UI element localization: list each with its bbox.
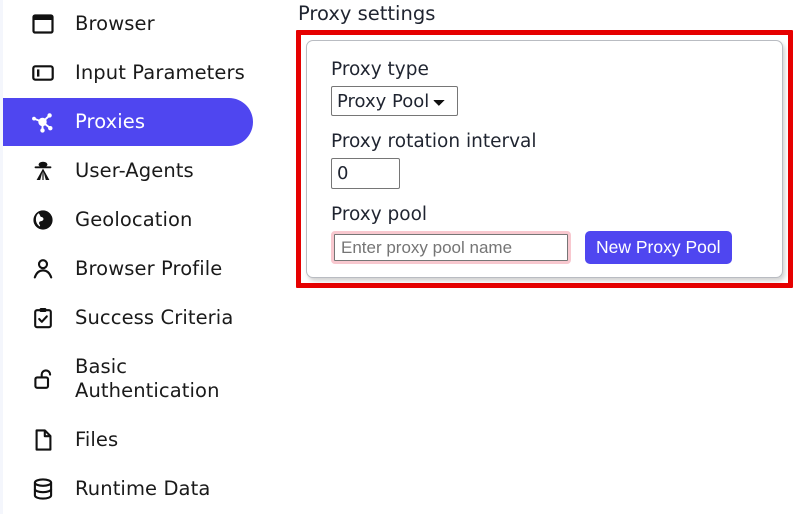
proxy-type-label: Proxy type	[331, 59, 429, 80]
sidebar-item-geolocation[interactable]: Geolocation	[3, 196, 253, 244]
new-proxy-pool-button[interactable]: New Proxy Pool	[585, 231, 732, 264]
proxy-type-field: Proxy type Proxy Pool	[331, 59, 758, 116]
sidebar-item-label: Success Criteria	[75, 306, 234, 329]
unlocked-padlock-icon	[31, 367, 55, 391]
input-field-icon	[31, 61, 55, 85]
sidebar-item-success-criteria[interactable]: Success Criteria	[3, 294, 253, 342]
proxy-pool-input-focus-ring	[331, 231, 571, 264]
network-nodes-icon	[31, 110, 55, 134]
proxy-settings-card: Proxy type Proxy Pool Proxy rotation int…	[306, 40, 783, 278]
sidebar-item-label: Browser	[75, 12, 155, 35]
sidebar-item-browser[interactable]: Browser	[3, 0, 253, 48]
page-title: Proxy settings	[298, 2, 436, 25]
document-icon	[31, 428, 55, 452]
sidebar-item-label: Basic Authentication	[75, 355, 220, 402]
sidebar-item-runtime-data[interactable]: Runtime Data	[3, 465, 253, 513]
proxy-pool-label: Proxy pool	[331, 204, 428, 225]
globe-icon	[31, 208, 55, 232]
proxy-type-select[interactable]: Proxy Pool	[331, 86, 458, 116]
sidebar-item-browser-profile[interactable]: Browser Profile	[3, 245, 253, 293]
sidebar-item-label: Input Parameters	[75, 61, 245, 84]
rotation-interval-input[interactable]	[331, 158, 400, 189]
proxy-pool-field: Proxy pool New Proxy Pool	[331, 204, 758, 264]
rotation-interval-field: Proxy rotation interval	[331, 131, 758, 189]
database-icon	[31, 477, 55, 501]
sidebar-item-basic-authentication[interactable]: Basic Authentication	[3, 343, 253, 415]
sidebar-item-input-parameters[interactable]: Input Parameters	[3, 49, 253, 97]
sidebar-item-label: Files	[75, 428, 119, 451]
sidebar-item-files[interactable]: Files	[3, 416, 253, 464]
sidebar-item-label: Runtime Data	[75, 477, 211, 500]
sidebar-item-user-agents[interactable]: User-Agents	[3, 147, 253, 195]
clipboard-check-icon	[31, 306, 55, 330]
main-content: Proxy settings Proxy type Proxy Pool Pro…	[290, 0, 806, 514]
rotation-interval-label: Proxy rotation interval	[331, 131, 537, 152]
sidebar-item-proxies[interactable]: Proxies	[3, 98, 253, 146]
app-root: Browser Input Parameters Proxies User-Ag…	[0, 0, 806, 514]
spy-agent-icon	[31, 159, 55, 183]
proxy-pool-row: New Proxy Pool	[331, 231, 758, 264]
proxy-pool-input[interactable]	[334, 234, 568, 261]
person-icon	[31, 257, 55, 281]
sidebar-item-label: Geolocation	[75, 208, 193, 231]
sidebar: Browser Input Parameters Proxies User-Ag…	[0, 0, 290, 514]
sidebar-item-label: User-Agents	[75, 159, 194, 182]
browser-window-icon	[31, 12, 55, 36]
sidebar-item-label: Browser Profile	[75, 257, 223, 280]
sidebar-item-label: Proxies	[75, 110, 146, 133]
